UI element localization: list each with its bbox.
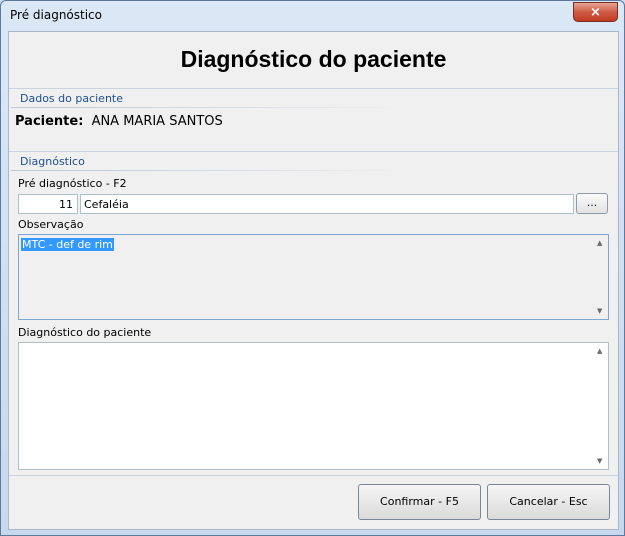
pre-diagnosis-description-field[interactable]: Cefaléia xyxy=(80,194,574,214)
dialog-content: Diagnóstico do paciente Dados do pacient… xyxy=(8,31,619,530)
scroll-down-icon[interactable]: ▼ xyxy=(597,457,602,465)
confirm-button[interactable]: Confirmar - F5 xyxy=(358,484,481,520)
patient-info: Paciente: ANA MARIA SANTOS xyxy=(15,114,223,129)
pre-diagnosis-label: Pré diagnóstico - F2 xyxy=(18,177,127,190)
patient-label: Paciente: xyxy=(15,114,84,129)
diagnosis-scrollbar[interactable]: ▲ ▼ xyxy=(593,343,608,469)
patient-group-label: Dados do paciente xyxy=(20,92,124,105)
observation-scrollbar[interactable]: ▲ ▼ xyxy=(593,235,608,319)
header-panel: Diagnóstico do paciente xyxy=(9,32,618,89)
browse-diagnosis-button[interactable]: ... xyxy=(576,193,608,214)
section-divider xyxy=(9,151,618,152)
scroll-up-icon[interactable]: ▲ xyxy=(597,347,602,355)
footer-divider xyxy=(9,475,618,476)
close-button[interactable]: × xyxy=(573,2,618,22)
observation-label: Observação xyxy=(18,218,84,231)
title-bar[interactable]: Pré diagnóstico × xyxy=(1,1,624,29)
window-title: Pré diagnóstico xyxy=(10,8,102,22)
page-title: Diagnóstico do paciente xyxy=(180,46,447,72)
observation-text: MTC - def de rim xyxy=(21,238,114,251)
cancel-button[interactable]: Cancelar - Esc xyxy=(487,484,610,520)
scroll-up-icon[interactable]: ▲ xyxy=(597,239,602,247)
observation-textarea[interactable]: MTC - def de rim ▲ ▼ xyxy=(18,234,609,320)
close-icon: × xyxy=(590,4,601,20)
patient-diagnosis-label: Diagnóstico do paciente xyxy=(18,326,152,339)
patient-group-divider xyxy=(11,107,411,108)
patient-name: ANA MARIA SANTOS xyxy=(91,114,223,129)
patient-diagnosis-textarea[interactable]: ▲ ▼ xyxy=(18,342,609,470)
scroll-down-icon[interactable]: ▼ xyxy=(597,307,602,315)
diagnosis-group-label: Diagnóstico xyxy=(20,155,85,168)
pre-diagnosis-code-field[interactable]: 11 xyxy=(18,194,78,214)
diagnosis-group-divider xyxy=(11,170,411,171)
dialog-window: Pré diagnóstico × Diagnóstico do pacient… xyxy=(0,0,625,536)
